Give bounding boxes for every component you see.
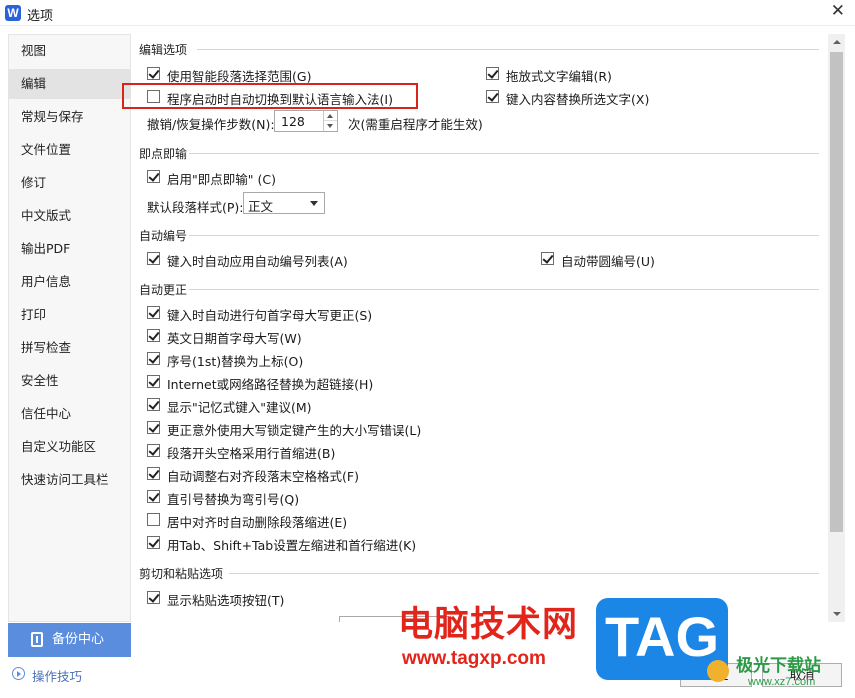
scroll-thumb[interactable] <box>830 52 843 532</box>
sidebar-item-revision[interactable]: 修订 <box>9 168 130 198</box>
autocorrect-checkbox[interactable] <box>147 536 160 549</box>
sidebar-item-chinese-layout[interactable]: 中文版式 <box>9 201 130 231</box>
sidebar-item-file-location[interactable]: 文件位置 <box>9 135 130 165</box>
watermark-secondary-url: www.xz7.com <box>748 676 816 688</box>
auto-circle-number-checkbox[interactable] <box>541 252 554 265</box>
sidebar-item-security[interactable]: 安全性 <box>9 366 130 396</box>
play-circle-icon <box>12 667 25 680</box>
autocorrect-label: 更正意外使用大写锁定键产生的大小写错误(L) <box>167 423 422 438</box>
autocorrect-label: 自动调整右对齐段落末空格格式(F) <box>167 469 359 484</box>
replace-selection-checkbox[interactable] <box>486 90 499 103</box>
scroll-down-icon[interactable] <box>828 606 845 622</box>
auto-list-label: 键入时自动应用自动编号列表(A) <box>167 254 348 269</box>
autocorrect-checkbox[interactable] <box>147 513 160 526</box>
sidebar-item-export-pdf[interactable]: 输出PDF <box>9 234 130 264</box>
autocorrect-checkbox[interactable] <box>147 375 160 388</box>
autocorrect-checkbox[interactable] <box>147 329 160 342</box>
stepper-down-icon[interactable] <box>324 121 337 131</box>
show-paste-button-label: 显示粘贴选项按钮(T) <box>167 593 285 608</box>
auto-list-checkbox[interactable] <box>147 252 160 265</box>
backup-center-label: 备份中心 <box>52 632 105 647</box>
sidebar-item-general-save[interactable]: 常规与保存 <box>9 102 130 132</box>
autocorrect-label: 英文日期首字母大写(W) <box>167 331 302 346</box>
autocorrect-label: 居中对齐时自动删除段落缩进(E) <box>167 515 348 530</box>
dropdown-arrow-icon <box>310 201 318 206</box>
undo-steps-label: 撤销/恢复操作步数(N): <box>147 117 275 132</box>
autocorrect-checkbox[interactable] <box>147 398 160 411</box>
autocorrect-checkbox[interactable] <box>147 490 160 503</box>
section-title-auto-number: 自动编号 <box>139 229 188 243</box>
click-type-enable-label: 启用"即点即输" (C) <box>167 172 276 187</box>
backup-icon <box>31 632 43 647</box>
autocorrect-checkbox[interactable] <box>147 306 160 319</box>
options-panel: 编辑选项 使用智能段落选择范围(G) 拖放式文字编辑(R) 程序启动时自动切换到… <box>137 34 827 622</box>
section-title-edit: 编辑选项 <box>139 43 188 57</box>
title-bar: W 选项 ✕ <box>0 0 855 26</box>
undo-steps-value[interactable]: 128 <box>281 114 305 129</box>
highlight-box <box>122 83 418 109</box>
stepper-up-icon[interactable] <box>324 111 337 121</box>
aurora-logo-icon <box>707 660 729 682</box>
show-paste-button-checkbox[interactable] <box>147 591 160 604</box>
smart-select-checkbox[interactable] <box>147 67 160 80</box>
scrollbar[interactable] <box>828 34 845 622</box>
autocorrect-checkbox[interactable] <box>147 421 160 434</box>
watermark-site-name: 电脑技术网 <box>398 605 579 645</box>
default-style-label: 默认段落样式(P): <box>147 200 244 215</box>
sidebar-item-spell-check[interactable]: 拼写检查 <box>9 333 130 363</box>
autocorrect-label: 序号(1st)替换为上标(O) <box>167 354 304 369</box>
default-style-value: 正文 <box>248 199 274 214</box>
scroll-up-icon[interactable] <box>828 34 845 50</box>
sidebar-item-print[interactable]: 打印 <box>9 300 130 330</box>
section-title-cut-paste: 剪切和粘贴选项 <box>139 567 224 581</box>
backup-center-button[interactable]: 备份中心 <box>8 623 131 657</box>
section-title-click-type: 即点即输 <box>139 147 188 161</box>
autocorrect-label: 键入时自动进行句首字母大写更正(S) <box>167 308 373 323</box>
autocorrect-checkbox[interactable] <box>147 467 160 480</box>
autocorrect-label: 显示"记忆式键入"建议(M) <box>167 400 312 415</box>
wps-logo-icon: W <box>5 5 21 21</box>
section-divider <box>197 49 819 50</box>
undo-steps-stepper[interactable]: 128 <box>274 110 338 132</box>
undo-steps-suffix: 次(需重启程序才能生效) <box>348 117 483 132</box>
close-icon[interactable]: ✕ <box>831 1 845 21</box>
sidebar-item-quick-access-toolbar[interactable]: 快速访问工具栏 <box>9 465 130 495</box>
sidebar: 视图 编辑 常规与保存 文件位置 修订 中文版式 输出PDF 用户信息 打印 拼… <box>8 34 131 622</box>
autocorrect-label: 用Tab、Shift+Tab设置左缩进和首行缩进(K) <box>167 538 417 553</box>
autocorrect-checkbox[interactable] <box>147 444 160 457</box>
watermark-tag-label: TAG <box>604 605 720 668</box>
section-divider <box>189 235 819 236</box>
watermark-site-url: www.tagxp.com <box>402 648 546 669</box>
section-title-auto-correct: 自动更正 <box>139 283 188 297</box>
sidebar-item-user-info[interactable]: 用户信息 <box>9 267 130 297</box>
autocorrect-label: 直引号替换为弯引号(Q) <box>167 492 300 507</box>
autocorrect-checkbox[interactable] <box>147 352 160 365</box>
drag-text-label: 拖放式文字编辑(R) <box>506 69 612 84</box>
tips-label: 操作技巧 <box>32 669 83 684</box>
sidebar-item-trust-center[interactable]: 信任中心 <box>9 399 130 429</box>
window-title: 选项 <box>27 9 54 24</box>
stepper-buttons <box>323 111 337 131</box>
drag-text-checkbox[interactable] <box>486 67 499 80</box>
section-divider <box>229 573 819 574</box>
watermark-secondary-name: 极光下载站 <box>736 656 821 676</box>
sidebar-item-view[interactable]: 视图 <box>9 36 130 66</box>
sidebar-item-customize-ribbon[interactable]: 自定义功能区 <box>9 432 130 462</box>
sidebar-item-edit[interactable]: 编辑 <box>9 69 130 99</box>
section-divider <box>189 153 819 154</box>
click-type-enable-checkbox[interactable] <box>147 170 160 183</box>
autocorrect-label: Internet或网络路径替换为超链接(H) <box>167 377 374 392</box>
section-divider <box>189 289 819 290</box>
auto-circle-number-label: 自动带圆编号(U) <box>561 254 655 269</box>
replace-selection-label: 键入内容替换所选文字(X) <box>506 92 650 107</box>
default-style-select[interactable]: 正文 <box>243 192 325 214</box>
autocorrect-label: 段落开头空格采用行首缩进(B) <box>167 446 336 461</box>
